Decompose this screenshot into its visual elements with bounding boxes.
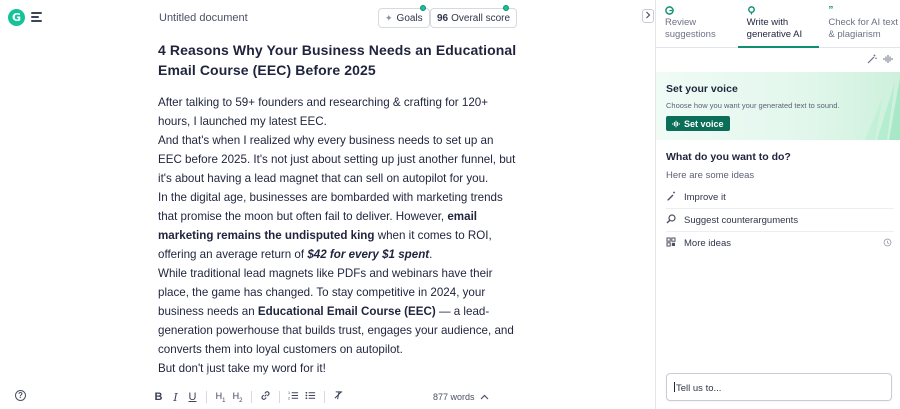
document-title[interactable]: Untitled document bbox=[159, 12, 248, 24]
italic-button[interactable]: I bbox=[167, 391, 184, 404]
banner-decoration bbox=[857, 77, 900, 140]
pen-sparkle-icon bbox=[666, 191, 684, 204]
option-suggest-counterarguments[interactable]: Suggest counterarguments bbox=[666, 209, 894, 232]
tab-review-suggestions[interactable]: Review suggestions bbox=[656, 0, 738, 47]
bulleted-list-icon[interactable] bbox=[302, 390, 319, 404]
left-rail: G ? bbox=[0, 0, 140, 409]
review-icon bbox=[665, 6, 674, 15]
tab-check-ai-plagiarism[interactable]: ” Check for AI text & plagiarism bbox=[819, 0, 900, 47]
emphasis-text: $42 for every $1 spent bbox=[307, 248, 430, 261]
document-paragraph: While traditional lead magnets like PDFs… bbox=[158, 264, 518, 359]
ai-pen-icon bbox=[747, 6, 756, 15]
link-icon[interactable] bbox=[257, 390, 274, 404]
document-paragraph: After talking to 59+ founders and resear… bbox=[158, 93, 518, 131]
toolbar-divider bbox=[279, 391, 280, 403]
voice-title: Set your voice bbox=[666, 83, 738, 95]
option-more-ideas[interactable]: More ideas bbox=[666, 232, 894, 255]
panel-tools bbox=[656, 48, 900, 72]
document-paragraph: In the digital age, businesses are bomba… bbox=[158, 188, 518, 264]
document-heading: 4 Reasons Why Your Business Needs an Edu… bbox=[158, 42, 517, 78]
document-paragraph: And that's when I realized why every bus… bbox=[158, 131, 518, 188]
document-editor[interactable]: 4 Reasons Why Your Business Needs an Edu… bbox=[158, 40, 518, 385]
collapse-panel-button[interactable] bbox=[642, 9, 654, 23]
prompt-question: What do you want to do? bbox=[666, 151, 791, 163]
score-status-dot bbox=[503, 5, 509, 11]
heading1-button[interactable]: H1 bbox=[212, 391, 229, 404]
toolbar-divider bbox=[324, 391, 325, 403]
bold-button[interactable]: B bbox=[150, 391, 167, 403]
prompt-placeholder: Tell us to... bbox=[676, 383, 722, 394]
emphasis-text: Educational Email Course (EEC) bbox=[257, 305, 436, 318]
score-label: Overall score bbox=[451, 12, 511, 24]
toolbar-divider bbox=[251, 391, 252, 403]
heading2-button[interactable]: H2 bbox=[229, 391, 246, 404]
document-body: After talking to 59+ founders and resear… bbox=[158, 93, 518, 378]
goals-label: Goals bbox=[396, 12, 423, 24]
paragraph-text: And that's when I realized why every bus… bbox=[158, 134, 516, 185]
grid-icon bbox=[666, 237, 684, 250]
set-voice-label: Set voice bbox=[684, 118, 724, 129]
option-improve-it[interactable]: Improve it bbox=[666, 186, 894, 209]
set-voice-banner: Set your voice Choose how you want your … bbox=[656, 72, 900, 140]
chevron-right-icon bbox=[646, 11, 651, 19]
overall-score-button[interactable]: 96 Overall score bbox=[430, 8, 518, 28]
option-label: More ideas bbox=[684, 238, 731, 249]
svg-text:2: 2 bbox=[288, 397, 290, 401]
menu-icon[interactable] bbox=[31, 12, 42, 22]
voice-wave-icon bbox=[672, 120, 680, 127]
option-label: Improve it bbox=[684, 191, 726, 203]
quote-icon: ” bbox=[828, 5, 834, 16]
assistant-panel: Review suggestions Write with generative… bbox=[655, 0, 900, 409]
option-label: Suggest counterarguments bbox=[684, 214, 799, 226]
tab-write-with-ai[interactable]: Write with generative AI bbox=[737, 0, 820, 48]
goals-button[interactable]: ✦ Goals bbox=[378, 8, 430, 28]
chevron-up-icon bbox=[480, 392, 489, 402]
voice-subtitle: Choose how you want your generated text … bbox=[666, 101, 840, 110]
ordered-list-icon[interactable]: 12 bbox=[285, 390, 302, 404]
goals-icon: ✦ bbox=[385, 12, 393, 23]
voice-wave-icon[interactable] bbox=[883, 54, 893, 67]
score-value: 96 bbox=[437, 12, 449, 24]
format-toolbar: B I U H1 H2 12 bbox=[150, 388, 347, 406]
ideas-label: Here are some ideas bbox=[666, 170, 755, 181]
paragraph-text: . bbox=[429, 248, 433, 261]
word-count[interactable]: 877 words bbox=[433, 392, 489, 402]
editor-fade bbox=[158, 372, 518, 388]
help-icon[interactable]: ? bbox=[15, 390, 26, 401]
clear-format-icon[interactable] bbox=[330, 390, 347, 404]
set-voice-button[interactable]: Set voice bbox=[666, 116, 730, 131]
tab-label: Review suggestions bbox=[665, 17, 716, 40]
magic-wand-icon[interactable] bbox=[867, 54, 877, 67]
svg-text:1: 1 bbox=[288, 391, 290, 395]
grammarly-logo-icon[interactable]: G bbox=[8, 9, 25, 26]
toolbar-divider bbox=[206, 391, 207, 403]
tab-label: Check for AI text & plagiarism bbox=[828, 17, 899, 40]
panel-tabs: Review suggestions Write with generative… bbox=[656, 0, 900, 48]
text-caret bbox=[674, 382, 675, 392]
underline-button[interactable]: U bbox=[184, 391, 201, 403]
word-count-label: 877 words bbox=[433, 392, 475, 402]
goals-status-dot bbox=[420, 5, 426, 11]
prompt-input[interactable]: Tell us to... bbox=[666, 373, 892, 401]
paragraph-text: After talking to 59+ founders and resear… bbox=[158, 96, 488, 128]
tab-label: Write with generative AI bbox=[746, 17, 803, 40]
magnifier-icon bbox=[666, 213, 684, 227]
history-icon[interactable] bbox=[883, 238, 892, 249]
